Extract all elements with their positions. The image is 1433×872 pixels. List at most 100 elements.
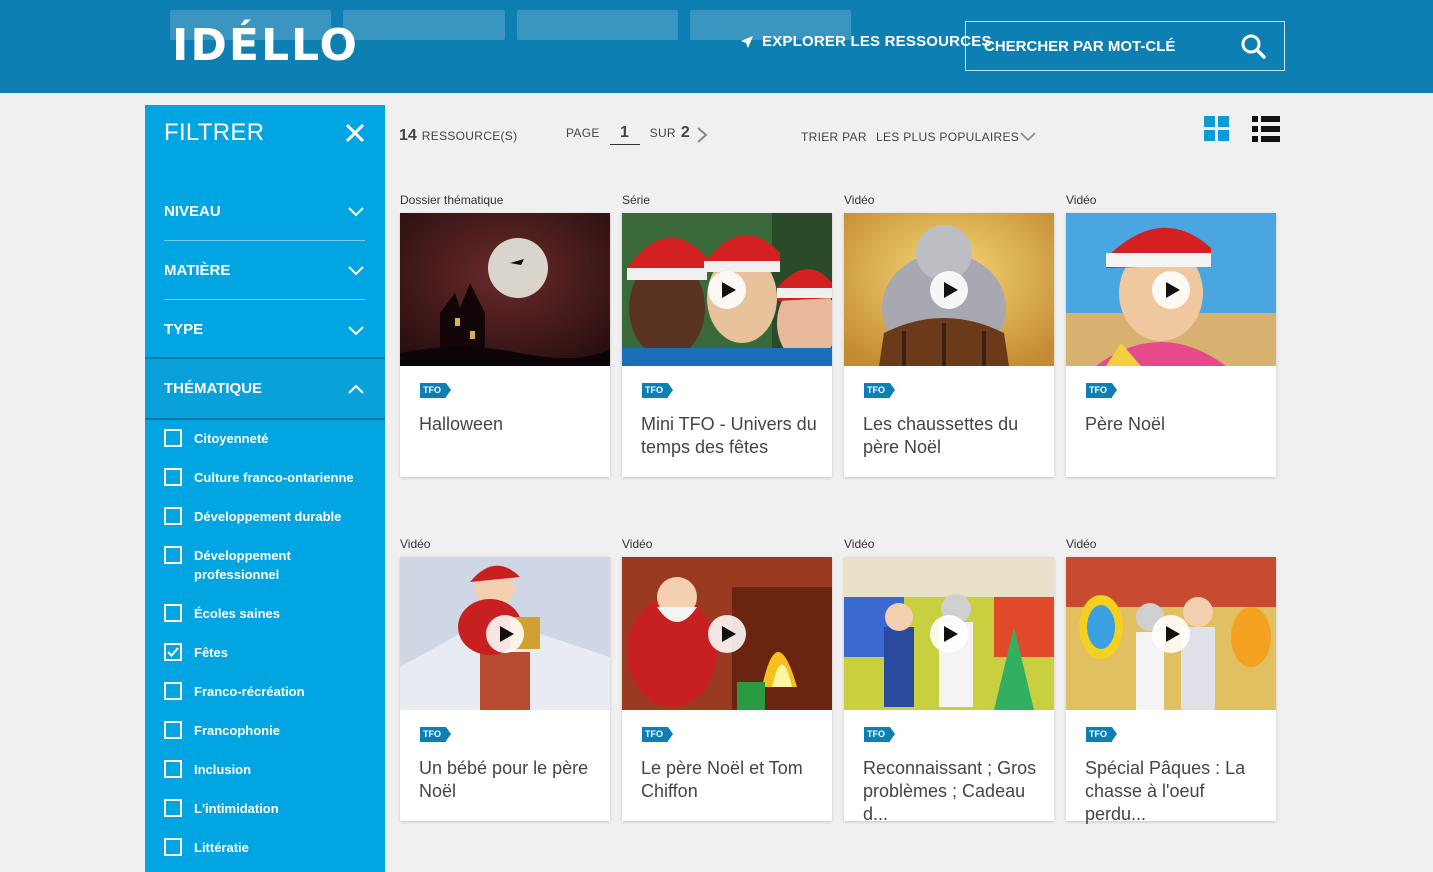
filter-section-matiere[interactable]: MATIÈRE (164, 241, 365, 300)
theme-option-developpement-durable[interactable]: Développement durable (164, 507, 341, 526)
theme-option-culture-franco-ontarienne[interactable]: Culture franco-ontarienne (164, 468, 354, 487)
filter-section-label: THÉMATIQUE (164, 380, 263, 397)
card-thumbnail[interactable] (844, 557, 1054, 710)
list-view-icon[interactable] (1252, 116, 1280, 142)
card-title[interactable]: Reconnaissant ; Gros problèmes ; Cadeau … (863, 757, 1043, 826)
filter-section-thematique[interactable]: THÉMATIQUE (145, 357, 385, 420)
resource-card[interactable]: Vidéo TFO Les chaussettes du père Noël (844, 193, 1054, 477)
checkbox[interactable] (164, 799, 182, 817)
checkbox-checked[interactable] (164, 643, 182, 661)
play-icon (943, 281, 958, 298)
theme-option-fetes[interactable]: Fêtes (164, 643, 228, 662)
theme-option-litteratie[interactable]: Littératie (164, 838, 249, 857)
sort-select[interactable]: LES PLUS POPULAIRES (876, 130, 1019, 144)
theme-option-franco-recreation[interactable]: Franco-récréation (164, 682, 305, 701)
card-title[interactable]: Spécial Pâques : La chasse à l'oeuf perd… (1085, 757, 1265, 826)
filter-section-label: NIVEAU (164, 202, 221, 220)
filter-section-label: TYPE (164, 321, 204, 338)
play-button[interactable] (1152, 614, 1190, 653)
sort-label: TRIER PAR (801, 130, 867, 144)
resource-card[interactable]: Série TFO Mini TFO - Univers du temps de… (622, 193, 832, 477)
page-of-label: SUR (649, 126, 676, 140)
halloween-thumbnail (400, 213, 610, 366)
filter-header: FILTRER (145, 105, 385, 160)
tfo-badge: TFO (1086, 727, 1117, 742)
page-total: 2 (680, 124, 691, 141)
card-title[interactable]: Halloween (419, 413, 599, 436)
page-label: PAGE (566, 126, 600, 140)
card-title[interactable]: Les chaussettes du père Noël (863, 413, 1043, 459)
theme-label: Développement durable (194, 509, 342, 524)
theme-label: Francophonie (194, 723, 280, 738)
filter-section-niveau[interactable]: NIVEAU (164, 182, 365, 241)
results-count-label: RESSOURCE(S) (421, 129, 518, 143)
card-thumbnail[interactable] (844, 213, 1054, 366)
resource-card[interactable]: Dossier thématique TFO Halloween (400, 193, 610, 477)
card-title[interactable]: Un bébé pour le père Noël (419, 757, 599, 803)
card-thumbnail[interactable] (622, 213, 832, 366)
card-type-label: Vidéo (844, 537, 875, 551)
checkbox[interactable] (164, 760, 182, 778)
checkbox[interactable] (164, 721, 182, 739)
ghost-chip (343, 10, 505, 40)
card-thumbnail[interactable] (400, 213, 610, 366)
theme-label: Citoyenneté (194, 431, 269, 446)
card-title[interactable]: Père Noël (1085, 413, 1265, 436)
checkbox[interactable] (164, 507, 182, 525)
theme-option-developpement-professionnel[interactable]: Développement professionnel (164, 546, 334, 584)
chevron-down-icon (348, 207, 364, 217)
chevron-up-icon (348, 384, 364, 394)
theme-label: Littératie (194, 840, 249, 855)
checkbox[interactable] (164, 682, 182, 700)
page-number-input[interactable]: 1 (609, 124, 640, 145)
idello-logo[interactable]: IDÉLLO (172, 22, 359, 70)
resource-card[interactable]: Vidéo TFO Père Noël (1066, 193, 1276, 477)
filter-title: FILTRER (164, 118, 265, 146)
explore-resources-link[interactable]: EXPLORER LES RESSOURCES (740, 33, 992, 50)
play-button[interactable] (1152, 270, 1190, 309)
tfo-badge: TFO (1086, 383, 1117, 398)
filter-section-type[interactable]: TYPE (164, 300, 365, 359)
tfo-badge: TFO (420, 727, 451, 742)
theme-option-citoyennete[interactable]: Citoyenneté (164, 429, 268, 448)
resource-card[interactable]: Vidéo TFO Un bébé pour le père Noël (400, 537, 610, 821)
keyword-search-input[interactable]: CHERCHER PAR MOT-CLÉ (965, 21, 1285, 71)
checkbox[interactable] (164, 468, 182, 486)
play-button[interactable] (486, 614, 524, 653)
card-thumbnail[interactable] (1066, 213, 1276, 366)
tfo-badge: TFO (420, 383, 451, 398)
checkbox[interactable] (164, 604, 182, 622)
card-thumbnail[interactable] (1066, 557, 1276, 710)
theme-option-inclusion[interactable]: Inclusion (164, 760, 251, 779)
chevron-down-icon[interactable] (1019, 130, 1037, 142)
checkbox[interactable] (164, 838, 182, 856)
theme-label: L'intimidation (194, 801, 279, 816)
play-button[interactable] (930, 614, 968, 653)
card-title[interactable]: Le père Noël et Tom Chiffon (641, 757, 821, 803)
theme-option-intimidation[interactable]: L'intimidation (164, 799, 279, 818)
theme-option-francophonie[interactable]: Francophonie (164, 721, 280, 740)
close-icon[interactable] (345, 123, 365, 143)
card-thumbnail[interactable] (400, 557, 610, 710)
resource-card[interactable]: Vidéo TFO Reconnaissant ; Gros problèmes… (844, 537, 1054, 824)
theme-option-ecoles-saines[interactable]: Écoles saines (164, 604, 280, 623)
play-button[interactable] (930, 270, 968, 309)
tfo-badge: TFO (864, 383, 895, 398)
play-button[interactable] (708, 270, 746, 309)
grid-view-icon[interactable] (1204, 116, 1230, 142)
results-count-number: 14 (399, 127, 417, 144)
checkbox[interactable] (164, 546, 182, 564)
card-title[interactable]: Mini TFO - Univers du temps des fêtes (641, 413, 821, 459)
card-thumbnail[interactable] (622, 557, 832, 710)
search-icon[interactable] (1240, 33, 1266, 59)
theme-label: Inclusion (194, 762, 252, 777)
pagination: PAGE 1 SUR 2 (566, 124, 690, 145)
chevron-right-icon[interactable] (695, 125, 709, 145)
search-placeholder: CHERCHER PAR MOT-CLÉ (984, 37, 1176, 55)
play-button[interactable] (708, 614, 746, 653)
resource-card[interactable]: Vidéo TFO Le père Noël et Tom Chiffon (622, 537, 832, 821)
resource-card[interactable]: Vidéo TFO Spécial Pâques : La chasse à l… (1066, 537, 1276, 824)
explore-resources-label: EXPLORER LES RESSOURCES (762, 33, 992, 50)
theme-label: Culture franco-ontarienne (194, 470, 354, 485)
checkbox[interactable] (164, 429, 182, 447)
